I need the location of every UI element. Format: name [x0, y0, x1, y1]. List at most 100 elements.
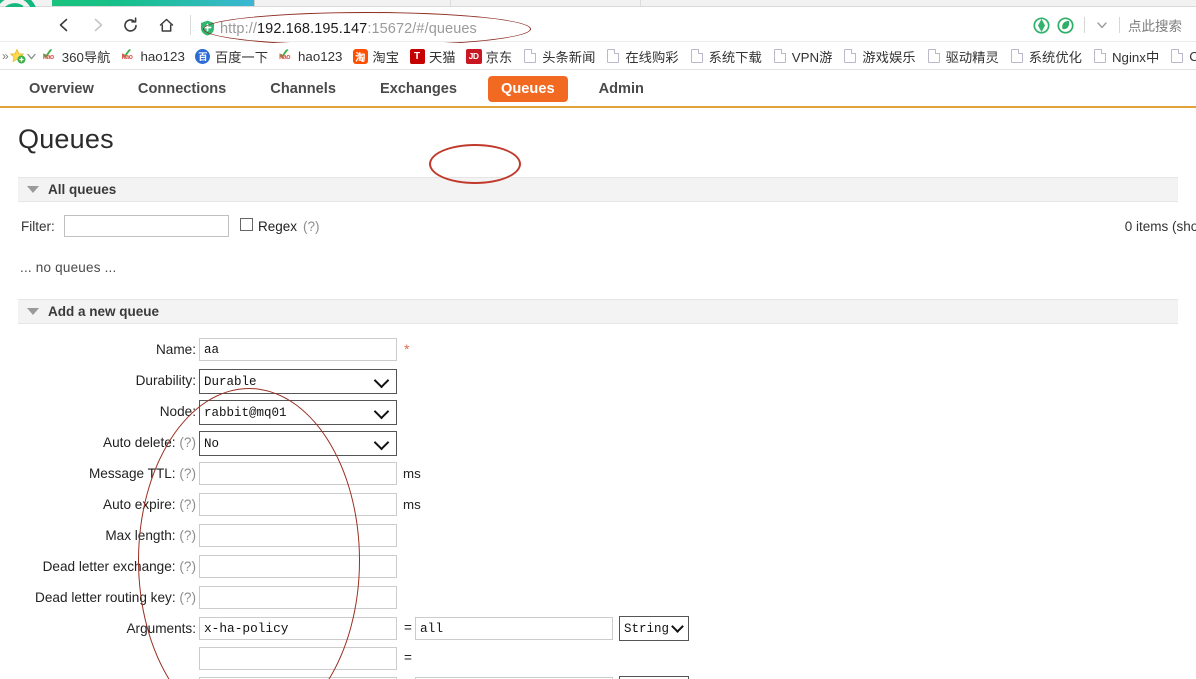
url-host: 192.168.195.147: [256, 21, 368, 37]
star-add-icon[interactable]: [9, 48, 26, 65]
toolbar-divider: [1084, 17, 1085, 33]
argument-value-input[interactable]: [415, 617, 613, 640]
field-label-text: Node:: [159, 404, 196, 419]
bookmark-item[interactable]: 系统优化: [1004, 43, 1087, 69]
add-queue-form: Name:*Durability:DurableTransientNode:ra…: [0, 338, 1196, 679]
bookmark-item[interactable]: 头条新闻: [517, 43, 600, 69]
field-label: Auto expire: (?): [14, 497, 196, 512]
bookmark-label: hao123: [298, 48, 343, 64]
reload-icon[interactable]: [116, 11, 144, 39]
argument-type-select[interactable]: StringNumberBooleanList: [619, 616, 689, 641]
add-queue-section-title: Add a new queue: [48, 304, 160, 319]
field-help-link[interactable]: (?): [179, 435, 196, 450]
tab-divider: [640, 0, 641, 6]
argument-key-input[interactable]: [199, 647, 397, 670]
bookmarks-overflow-arrow[interactable]: »: [2, 49, 9, 63]
form-row: Message TTL: (?) ms: [0, 462, 1196, 493]
toolbar-right-group: 点此搜索: [1030, 12, 1190, 38]
tab-exchanges[interactable]: Exchanges: [367, 76, 470, 102]
no-queues-message: ... no queues ...: [20, 260, 117, 275]
url-bar[interactable]: http://192.168.195.147:15672/#/queues: [220, 20, 477, 38]
regex-checkbox[interactable]: [240, 218, 253, 231]
bookmark-item[interactable]: 游戏娱乐: [837, 43, 920, 69]
filter-label: Filter:: [21, 219, 55, 234]
field-unit: ms: [403, 497, 421, 512]
field-help-link[interactable]: (?): [179, 590, 196, 605]
field-label-text: Message TTL:: [88, 466, 176, 481]
bookmark-label: VPN游: [791, 49, 833, 65]
bookmark-item[interactable]: 系统下载: [684, 43, 767, 69]
equals-sign: =: [404, 620, 412, 635]
field-select[interactable]: DurableTransient: [199, 369, 397, 394]
page-icon: [842, 48, 858, 64]
field-input[interactable]: [199, 462, 397, 485]
page-title: Queues: [18, 124, 114, 154]
field-label: Durability:: [14, 373, 196, 388]
bookmark-item[interactable]: JD 京东: [461, 43, 518, 69]
form-row: Max length: (?): [0, 524, 1196, 555]
bookmark-label: 天猫: [429, 49, 456, 65]
hao-check-icon: ✓ hao: [278, 46, 291, 63]
tab-channels[interactable]: Channels: [257, 76, 349, 102]
green-shutter-icon[interactable]: [1030, 14, 1052, 36]
argument-type-wrap: StringNumberBooleanList: [619, 616, 689, 641]
field-select-wrap: rabbit@mq01: [199, 400, 397, 425]
bookmark-item[interactable]: ✓ hao hao123: [273, 43, 347, 69]
field-help-link[interactable]: (?): [179, 559, 196, 574]
back-arrow-icon[interactable]: [50, 11, 78, 39]
field-select-wrap: DurableTransient: [199, 369, 397, 394]
add-queue-section-header[interactable]: Add a new queue: [18, 299, 1178, 324]
bookmark-item[interactable]: 在线购彩: [600, 43, 683, 69]
form-row: Auto delete: (?)NoYes: [0, 431, 1196, 462]
security-shield-icon[interactable]: [200, 20, 215, 36]
field-input[interactable]: [199, 524, 397, 547]
bookmark-item[interactable]: ✓ hao hao123: [115, 43, 189, 69]
jd-icon: JD: [465, 48, 482, 64]
bookmark-item[interactable]: 驱动精灵: [921, 43, 1004, 69]
bookmark-item[interactable]: Nginx中: [1087, 43, 1164, 69]
field-input[interactable]: [199, 555, 397, 578]
bookmark-label: 360导航: [61, 49, 111, 65]
bookmarks-bar: » ✓ hao 360导航 ✓ hao hao123 百百度一下 ✓ hao hao123 淘淘宝 T…: [0, 43, 1196, 70]
bookmark-item[interactable]: VPN游: [767, 43, 838, 69]
browser-tab-strip[interactable]: [0, 0, 1196, 7]
chevron-down-icon[interactable]: [26, 51, 37, 62]
bookmark-item[interactable]: ✓ hao 360导航: [37, 43, 116, 69]
tab-admin[interactable]: Admin: [586, 76, 657, 102]
regex-label: Regex: [258, 219, 298, 234]
bookmark-item[interactable]: T 天猫: [404, 43, 461, 69]
regex-help-link[interactable]: (?): [303, 219, 320, 234]
bookmark-item[interactable]: Created: [1164, 43, 1196, 69]
field-select[interactable]: rabbit@mq01: [199, 400, 397, 425]
tab-connections[interactable]: Connections: [125, 76, 239, 102]
field-label: Max length: (?): [14, 528, 196, 543]
all-queues-section-header[interactable]: All queues: [18, 177, 1178, 202]
search-box-hint[interactable]: 点此搜索: [1128, 15, 1182, 35]
page-icon: [1169, 48, 1185, 64]
tab-queues[interactable]: Queues: [488, 76, 568, 102]
bookmark-label: Created: [1189, 49, 1196, 64]
filter-row: Filter: Regex (?) 0 items (show at m: [18, 215, 1196, 241]
bookmark-item[interactable]: 淘淘宝: [347, 43, 404, 69]
chevron-down-icon[interactable]: [1091, 14, 1113, 36]
field-select[interactable]: NoYes: [199, 431, 397, 456]
bookmark-label: 系统优化: [1028, 49, 1082, 65]
field-help-link[interactable]: (?): [179, 528, 196, 543]
field-input[interactable]: [199, 493, 397, 516]
field-help-link[interactable]: (?): [179, 466, 196, 481]
bookmark-label: 淘宝: [372, 49, 399, 65]
green-leaf-icon[interactable]: [1054, 14, 1076, 36]
argument-key-input[interactable]: [199, 617, 397, 640]
field-help-link[interactable]: (?): [179, 497, 196, 512]
bookmark-label: 游戏娱乐: [862, 49, 916, 65]
url-path: :15672/#/queues: [367, 21, 477, 37]
tab-overview[interactable]: Overview: [16, 76, 107, 102]
field-input[interactable]: [199, 338, 397, 361]
active-tab-indicator[interactable]: [52, 0, 254, 6]
bookmark-label: 京东: [485, 49, 513, 65]
field-input[interactable]: [199, 586, 397, 609]
filter-input[interactable]: [64, 215, 229, 237]
bookmark-item[interactable]: 百百度一下: [190, 43, 273, 69]
home-icon[interactable]: [152, 11, 180, 39]
forward-arrow-icon[interactable]: [84, 11, 112, 39]
